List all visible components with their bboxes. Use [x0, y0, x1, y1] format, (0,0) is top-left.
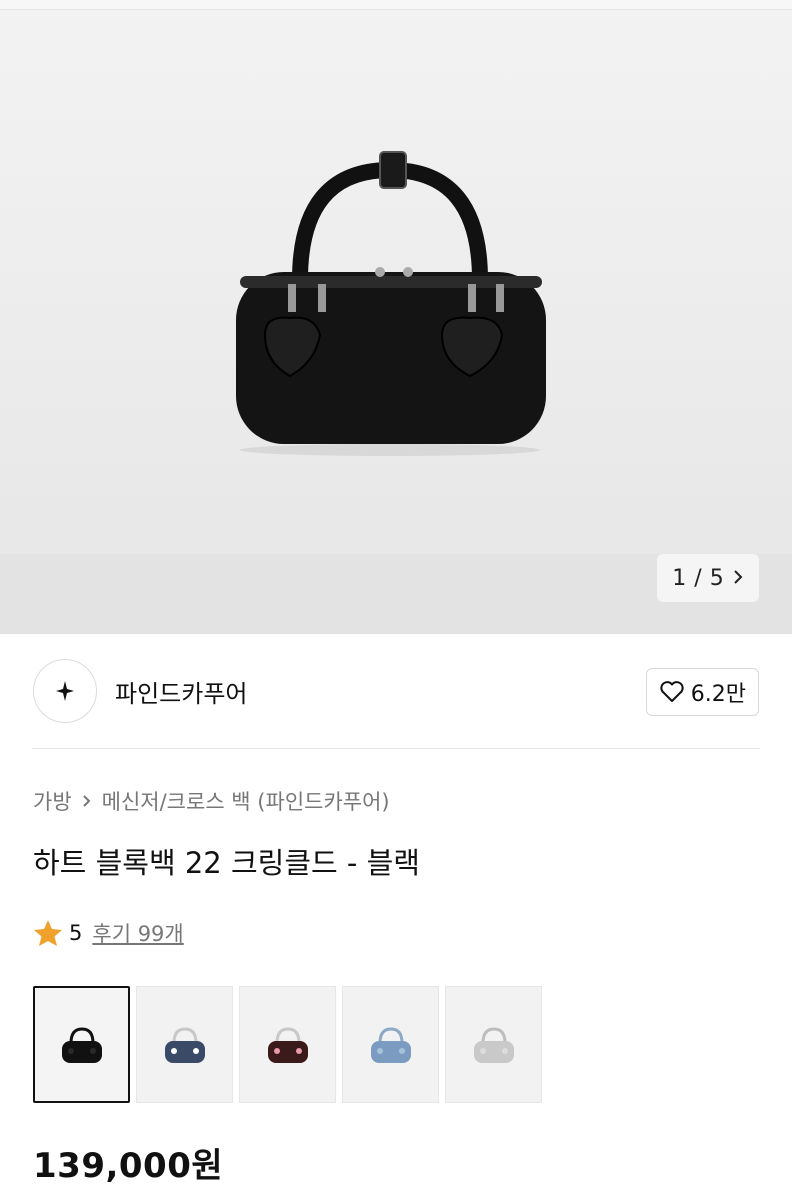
- heart-outline-icon: [660, 681, 684, 702]
- product-title: 하트 블록백 22 크링클드 - 블랙: [33, 846, 420, 880]
- chevron-right-icon: [82, 789, 92, 813]
- brand-name[interactable]: 파인드카푸어: [115, 674, 247, 709]
- chevron-right-icon: [732, 568, 744, 588]
- like-count: 6.2만: [690, 682, 746, 707]
- breadcrumb-subcategory[interactable]: 메신저/크로스 백 (파인드카푸어): [102, 786, 390, 816]
- rating-score: 5: [69, 921, 83, 945]
- product-price: 139,000원: [33, 1146, 224, 1186]
- pager-total: 5: [709, 565, 724, 591]
- star-icon: [34, 920, 62, 946]
- pager-current: 1: [672, 565, 687, 591]
- sparkle-icon: [56, 681, 74, 701]
- color-option-brown[interactable]: [239, 986, 336, 1103]
- color-option-navy[interactable]: [136, 986, 233, 1103]
- color-option-black[interactable]: [33, 986, 130, 1103]
- color-option-silver[interactable]: [445, 986, 542, 1103]
- brand-logo[interactable]: [33, 659, 97, 723]
- reviews-link[interactable]: 후기 99개: [92, 918, 183, 948]
- rating-row: 5 후기 99개: [33, 918, 184, 948]
- bag-thumbnail: [267, 1026, 308, 1063]
- breadcrumb: 가방 메신저/크로스 백 (파인드카푸어): [33, 786, 390, 816]
- color-options: [33, 986, 542, 1103]
- bag-thumbnail: [61, 1026, 102, 1063]
- bag-thumbnail: [164, 1026, 205, 1063]
- bag-thumbnail: [370, 1026, 411, 1063]
- breadcrumb-category[interactable]: 가방: [33, 786, 72, 816]
- brand-row: 파인드카푸어 6.2만: [33, 658, 759, 724]
- product-bag-image: [236, 151, 546, 456]
- product-image-gallery[interactable]: 1 / 5: [0, 0, 792, 634]
- color-option-blue[interactable]: [342, 986, 439, 1103]
- like-button[interactable]: 6.2만: [645, 668, 759, 716]
- top-bar-edge: [0, 0, 792, 10]
- bag-thumbnail: [473, 1026, 514, 1063]
- pager-separator: /: [694, 565, 702, 591]
- divider: [33, 748, 759, 749]
- gallery-pager-button[interactable]: 1 / 5: [657, 554, 759, 602]
